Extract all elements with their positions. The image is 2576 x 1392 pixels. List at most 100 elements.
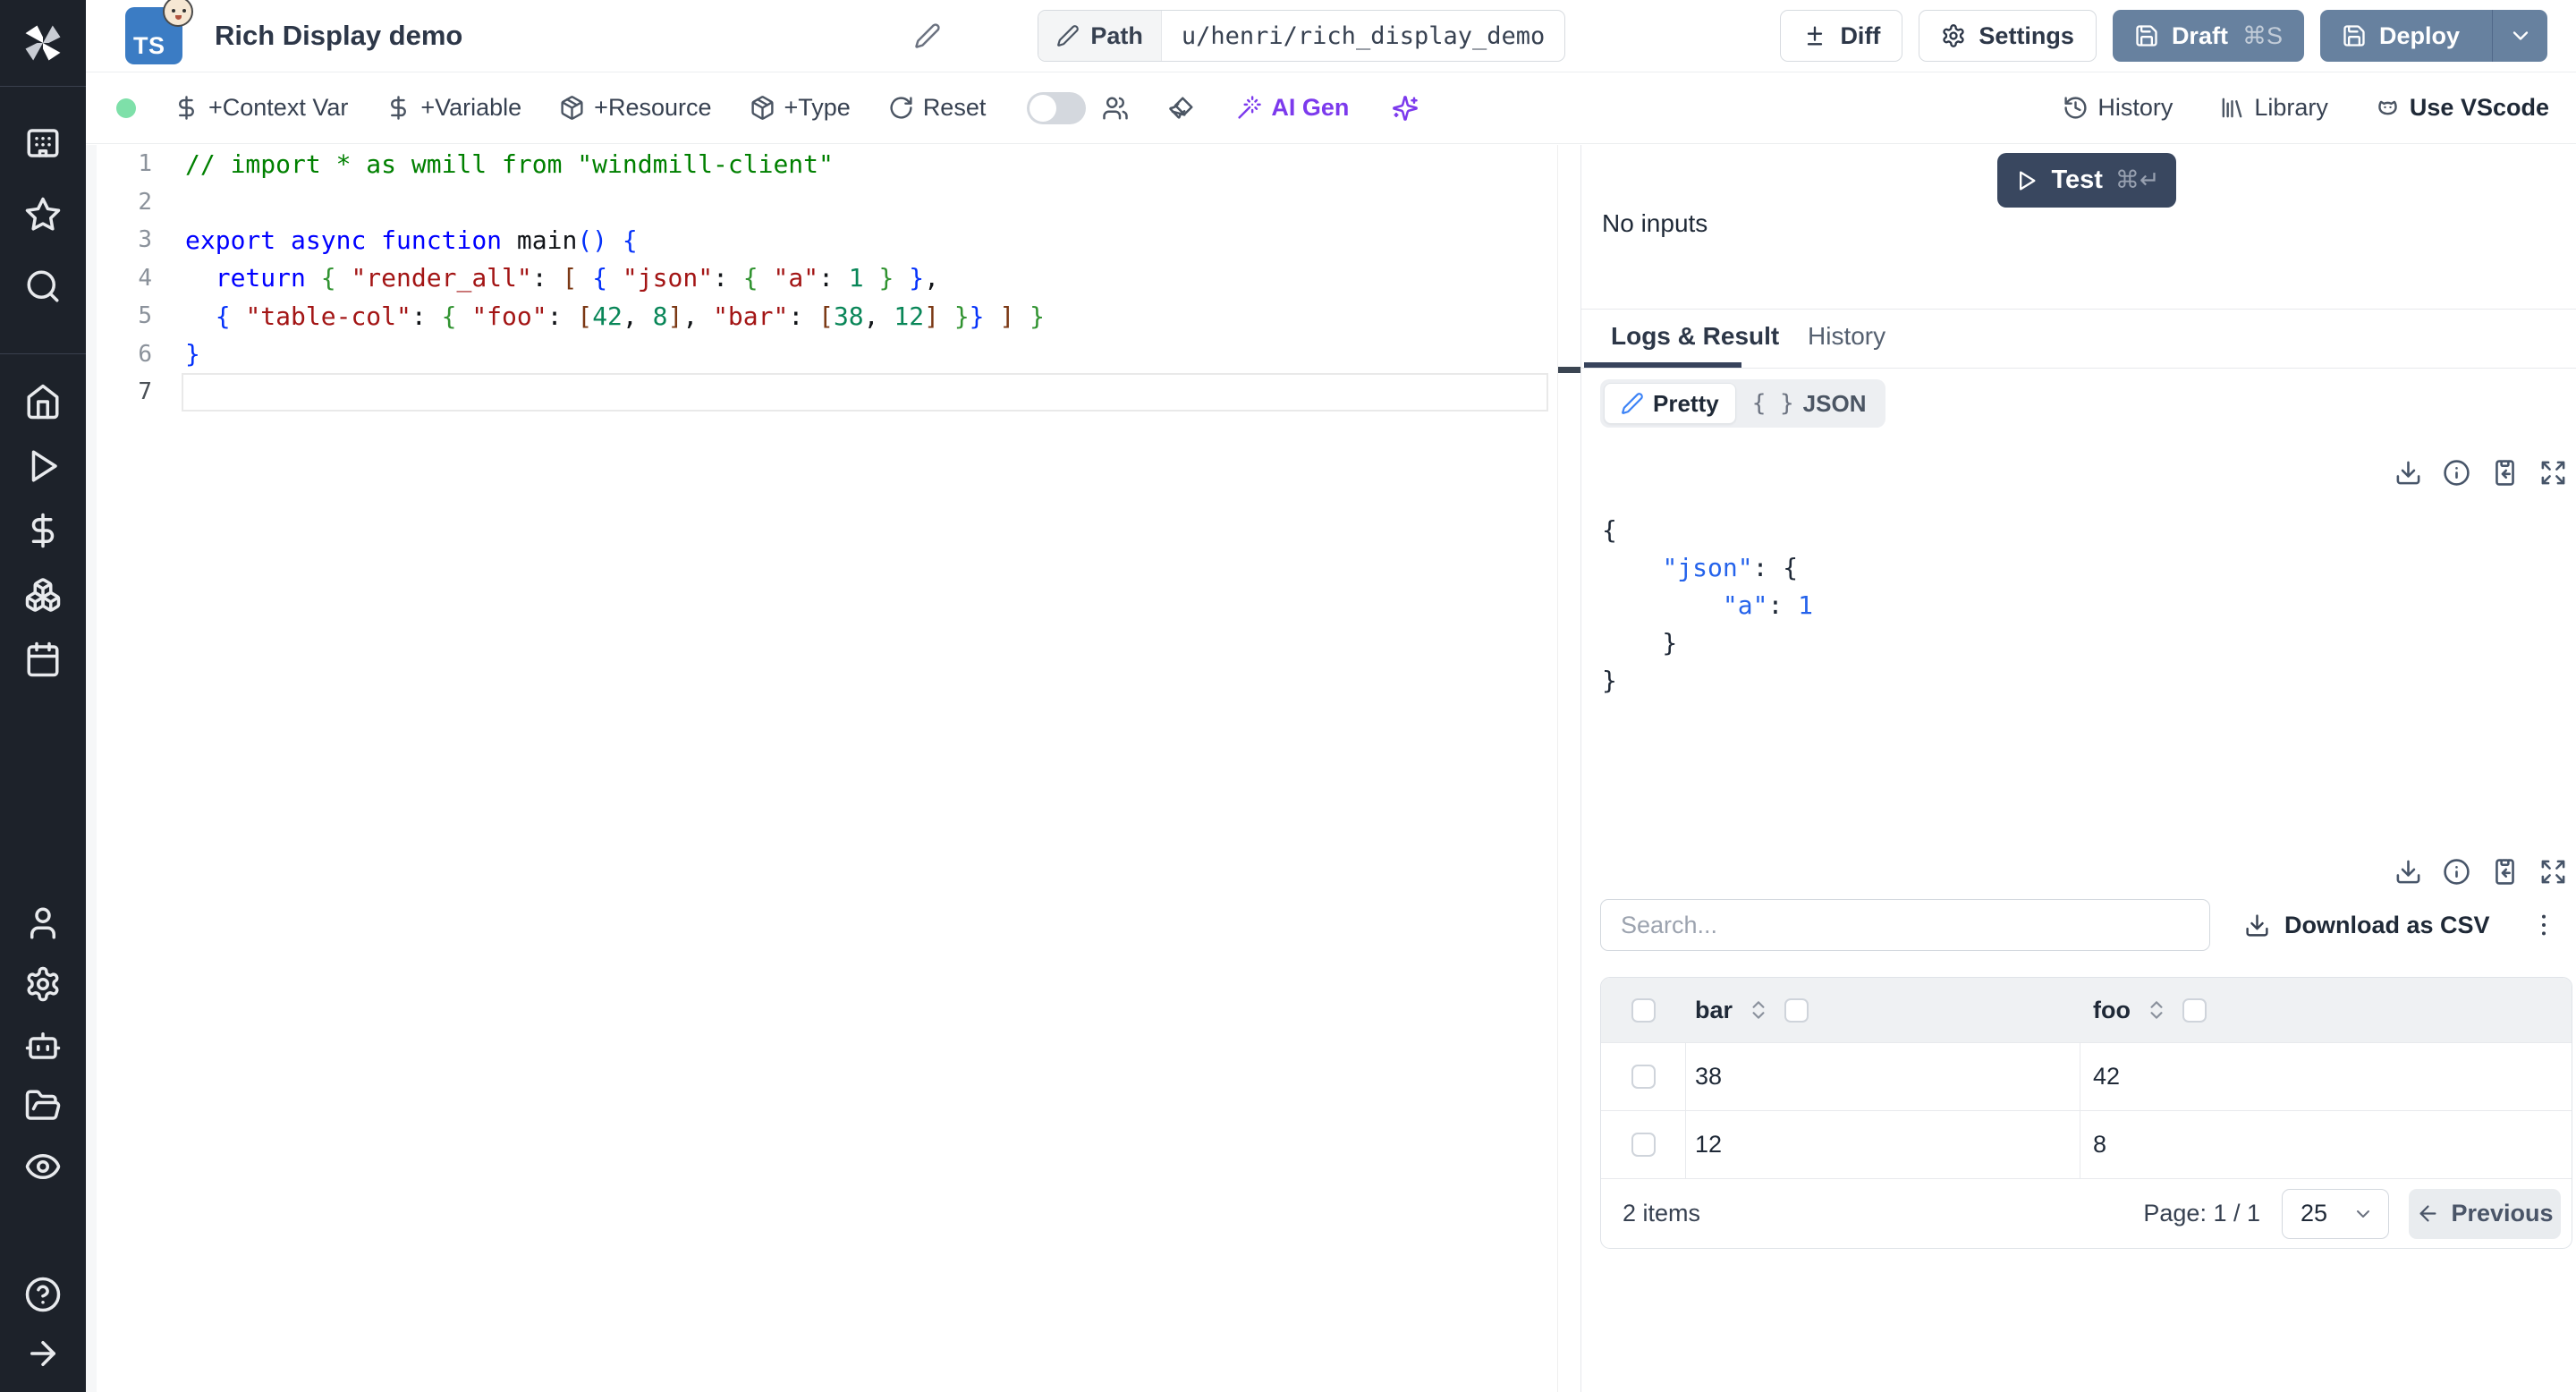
row-checkbox[interactable] bbox=[1631, 1065, 1656, 1089]
row-checkbox[interactable] bbox=[1631, 1133, 1656, 1157]
current-line-highlight bbox=[182, 373, 1548, 412]
sidebar-item-help[interactable] bbox=[21, 1273, 64, 1316]
deploy-dropdown-toggle[interactable] bbox=[2492, 10, 2547, 62]
table-footer: 2 items Page: 1 / 1 25 Previous bbox=[1601, 1178, 2572, 1248]
sidebar-item-search[interactable] bbox=[21, 265, 64, 308]
tab-history[interactable]: History bbox=[1808, 322, 1885, 351]
panel-divider bbox=[1581, 309, 2576, 310]
sidebar-item-resources[interactable] bbox=[21, 573, 64, 616]
result-json-line: } bbox=[1602, 666, 1617, 695]
download-icon[interactable] bbox=[2394, 858, 2422, 886]
sidebar-divider bbox=[0, 86, 86, 87]
test-shortcut: ⌘↵ bbox=[2114, 166, 2160, 193]
package-icon bbox=[559, 95, 585, 121]
page-title: Rich Display demo bbox=[215, 20, 463, 51]
sidebar-item-settings[interactable] bbox=[21, 963, 64, 1006]
dollar-icon bbox=[174, 95, 199, 121]
code-line[interactable]: 5 { "table-col": { "foo": [42, 8], "bar"… bbox=[86, 297, 1557, 335]
app-sidebar bbox=[0, 0, 86, 1392]
sidebar-item-home[interactable] bbox=[21, 380, 64, 423]
splitter-drag-handle[interactable] bbox=[1558, 367, 1580, 373]
ai-sparkles-button[interactable] bbox=[1392, 95, 1419, 122]
column-filter-checkbox-foo[interactable] bbox=[2182, 997, 2207, 1023]
history-button[interactable]: History bbox=[2063, 94, 2173, 122]
line-number: 1 bbox=[138, 150, 152, 178]
add-resource-button[interactable]: +Resource bbox=[559, 94, 712, 122]
view-pretty-button[interactable]: Pretty bbox=[1604, 383, 1736, 424]
sidebar-item-schedules[interactable] bbox=[21, 638, 64, 681]
table-search-input[interactable] bbox=[1600, 899, 2210, 951]
path-editor[interactable]: Path u/henri/rich_display_demo bbox=[1038, 10, 1566, 62]
add-type-button[interactable]: +Type bbox=[750, 94, 851, 122]
page-size-select[interactable]: 25 bbox=[2282, 1188, 2389, 1239]
sidebar-item-runs[interactable] bbox=[21, 445, 64, 488]
multiplayer-toggle[interactable] bbox=[1027, 91, 1087, 124]
diff-button[interactable]: Diff bbox=[1780, 10, 1903, 62]
copy-clipboard-icon[interactable] bbox=[2491, 459, 2519, 487]
sort-icon[interactable] bbox=[2145, 998, 2168, 1022]
code-line[interactable]: 3 export async function main() { bbox=[86, 221, 1557, 259]
code-editor[interactable]: 1 // import * as wmill from "windmill-cli… bbox=[86, 145, 1557, 1392]
sidebar-item-variables[interactable] bbox=[21, 509, 64, 552]
pane-splitter[interactable] bbox=[1557, 145, 1581, 1392]
previous-page-button[interactable]: Previous bbox=[2409, 1188, 2561, 1239]
code-line[interactable]: 1 // import * as wmill from "windmill-cli… bbox=[86, 145, 1557, 183]
sidebar-item-workers[interactable] bbox=[21, 1023, 64, 1066]
sidebar-item-audit-logs[interactable] bbox=[21, 1145, 64, 1188]
ai-gen-button[interactable]: AI Gen bbox=[1236, 94, 1349, 122]
typescript-badge: TS bbox=[125, 0, 193, 64]
sidebar-item-apps[interactable] bbox=[21, 122, 64, 165]
play-icon bbox=[2013, 168, 2038, 193]
info-icon[interactable] bbox=[2443, 858, 2470, 886]
items-count: 2 items bbox=[1623, 1200, 1701, 1226]
code-line[interactable]: 2 bbox=[86, 183, 1557, 222]
use-vscode-button[interactable]: Use VScode bbox=[2375, 94, 2549, 122]
chevron-down-icon bbox=[2508, 23, 2533, 48]
reset-button[interactable]: Reset bbox=[888, 94, 986, 122]
format-code-button[interactable] bbox=[1168, 95, 1195, 122]
code-line[interactable]: 6} bbox=[86, 335, 1557, 374]
sort-icon[interactable] bbox=[1747, 998, 1770, 1022]
windmill-logo-icon[interactable] bbox=[0, 0, 86, 86]
select-all-checkbox[interactable] bbox=[1631, 997, 1656, 1023]
add-context-var-button[interactable]: +Context Var bbox=[174, 94, 348, 122]
download-csv-button[interactable]: Download as CSV bbox=[2244, 912, 2490, 939]
info-icon[interactable] bbox=[2443, 459, 2470, 487]
code-line[interactable]: 4 return { "render_all": [ { "json": { "… bbox=[86, 259, 1557, 298]
path-label-segment[interactable]: Path bbox=[1038, 11, 1162, 61]
deploy-button[interactable]: Deploy bbox=[2319, 10, 2547, 62]
add-variable-button[interactable]: +Variable bbox=[386, 94, 521, 122]
copy-clipboard-icon[interactable] bbox=[2491, 858, 2519, 886]
draft-button[interactable]: Draft ⌘S bbox=[2112, 10, 2304, 62]
sidebar-item-favorites[interactable] bbox=[21, 193, 64, 236]
result-json-viewer: { "json": { "a": 1 }} bbox=[1602, 512, 1813, 700]
table-menu-button[interactable] bbox=[2529, 911, 2558, 939]
code-line[interactable]: 7 bbox=[86, 373, 1557, 412]
editor-toolbar: +Context Var +Variable +Resource +Type R… bbox=[86, 72, 2576, 144]
table-row[interactable]: 12 8 bbox=[1601, 1110, 2572, 1178]
expand-icon[interactable] bbox=[2539, 459, 2567, 487]
sidebar-expand-button[interactable] bbox=[21, 1332, 64, 1375]
download-icon[interactable] bbox=[2394, 459, 2422, 487]
column-header-bar[interactable]: bar bbox=[1695, 997, 1733, 1024]
deploy-main-segment[interactable]: Deploy bbox=[2320, 10, 2479, 62]
tab-logs-result[interactable]: Logs & Result bbox=[1611, 322, 1779, 351]
result-json-line: "a": 1 bbox=[1722, 590, 1814, 620]
wand-sparkles-icon bbox=[1236, 95, 1262, 121]
gear-icon bbox=[1941, 23, 1966, 48]
table-row[interactable]: 38 42 bbox=[1601, 1042, 2572, 1110]
expand-icon[interactable] bbox=[2539, 858, 2567, 886]
library-button[interactable]: Library bbox=[2219, 94, 2328, 122]
cell-bar: 12 bbox=[1695, 1131, 1723, 1158]
cell-foo: 42 bbox=[2093, 1063, 2121, 1090]
sidebar-item-user[interactable] bbox=[21, 902, 64, 945]
view-json-button[interactable]: { } JSON bbox=[1736, 383, 1883, 424]
test-button[interactable]: Test ⌘↵ bbox=[1997, 153, 2176, 208]
result-actions bbox=[2394, 459, 2567, 487]
edit-summary-pencil-icon[interactable] bbox=[914, 22, 941, 49]
column-filter-checkbox-bar[interactable] bbox=[1784, 997, 1809, 1023]
sidebar-item-folders[interactable] bbox=[21, 1084, 64, 1127]
column-header-foo[interactable]: foo bbox=[2093, 997, 2131, 1024]
settings-button[interactable]: Settings bbox=[1919, 10, 2097, 62]
chevron-down-icon bbox=[2352, 1203, 2374, 1225]
